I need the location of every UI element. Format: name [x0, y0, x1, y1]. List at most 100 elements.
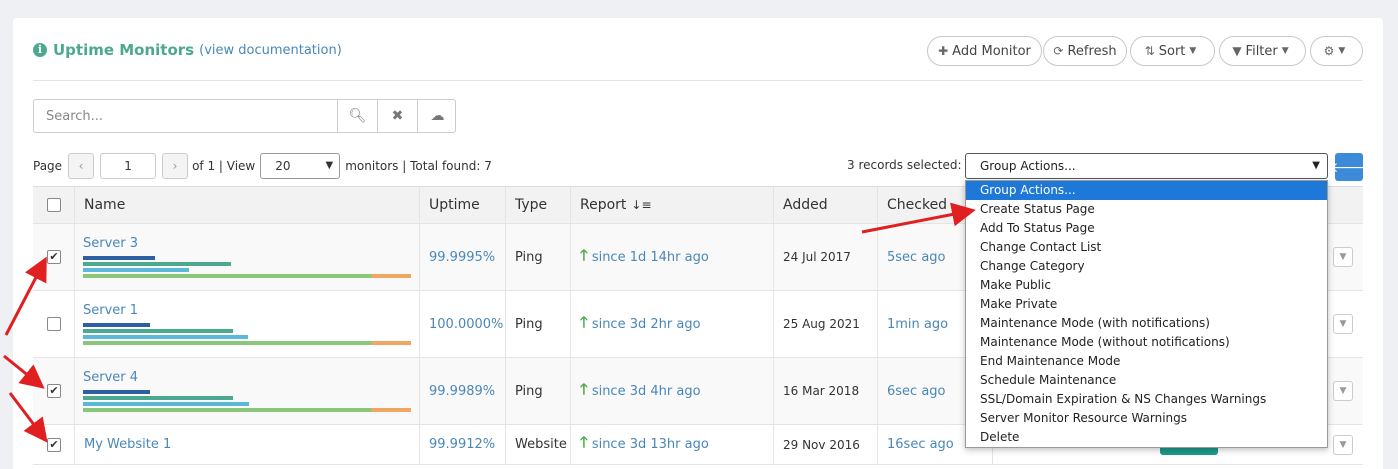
row-actions: ▼	[1333, 425, 1353, 464]
group-action-option[interactable]: End Maintenance Mode	[966, 352, 1327, 371]
col-name[interactable]: Name	[75, 187, 420, 223]
report-text: since 3d 2hr ago	[591, 316, 701, 332]
group-action-option[interactable]: Change Category	[966, 257, 1327, 276]
search-button[interactable]: 🔍︎	[337, 100, 377, 132]
filter-button[interactable]: ▼ Filter ▼	[1219, 36, 1306, 66]
group-action-option[interactable]: Group Actions...	[966, 181, 1327, 200]
paren-close: )	[336, 42, 342, 58]
added-date: 25 Aug 2021	[774, 291, 878, 357]
group-action-option[interactable]: Make Private	[966, 295, 1327, 314]
search-input[interactable]	[34, 100, 337, 132]
select-all-checkbox[interactable]	[47, 198, 61, 212]
cloud-button[interactable]: ☁	[417, 100, 457, 132]
row-checkbox[interactable]: ✔	[47, 250, 61, 264]
report-cell[interactable]: 🡑 since 3d 13hr ago	[571, 425, 774, 464]
monitor-name-link[interactable]: Server 1	[83, 303, 138, 318]
group-action-option[interactable]: Server Monitor Resource Warnings	[966, 409, 1327, 428]
response-bar	[83, 268, 189, 272]
group-actions-select[interactable]: Group Actions... ▼	[965, 153, 1328, 179]
chevron-down-icon: ▼	[325, 160, 334, 171]
view-documentation-link[interactable]: view documentation	[204, 43, 337, 58]
group-action-option[interactable]: Create Status Page	[966, 200, 1327, 219]
settings-button[interactable]: ⚙ ▼	[1310, 36, 1363, 66]
row-checkbox-cell	[33, 291, 75, 357]
page-number-input[interactable]: 1	[100, 153, 157, 179]
arrow-up-icon: 🡑	[580, 379, 588, 398]
report-cell[interactable]: 🡑 since 3d 2hr ago	[571, 291, 774, 357]
monitor-type: Website	[506, 425, 571, 464]
response-bar	[83, 402, 249, 406]
row-checkbox[interactable]: ✔	[47, 437, 61, 452]
report-text: since 3d 13hr ago	[591, 437, 709, 452]
add-monitor-button[interactable]: ✚ Add Monitor	[927, 36, 1042, 66]
select-all-cell	[33, 187, 75, 223]
gear-icon: ⚙	[1323, 44, 1335, 58]
sort-icon: ⇅	[1144, 44, 1155, 58]
uptime-value[interactable]: 99.9989%	[420, 358, 506, 424]
row-menu-button[interactable]: ▼	[1333, 247, 1353, 267]
response-bar	[83, 323, 150, 327]
filter-icon: ▼	[1232, 44, 1242, 58]
pagination: Page ‹ 1 › of 1 | View 20 ▼ monitors | To…	[33, 152, 492, 180]
col-added[interactable]: Added	[774, 187, 878, 223]
close-icon: ✖	[391, 108, 404, 124]
uptime-value[interactable]: 100.0000%	[420, 291, 506, 357]
group-action-option[interactable]: Change Contact List	[966, 238, 1327, 257]
chevron-right-icon: ›	[172, 159, 178, 173]
row-menu-button[interactable]: ▼	[1333, 434, 1353, 455]
row-checkbox[interactable]: ✔	[47, 384, 61, 398]
add-monitor-label: Add Monitor	[952, 43, 1031, 59]
per-page-value: 20	[275, 159, 291, 173]
cloud-icon: ☁	[430, 108, 445, 124]
total-summary: monitors | Total found: 7	[345, 159, 492, 173]
col-report[interactable]: Report ↓≡	[571, 187, 774, 223]
refresh-icon: ⟳	[1053, 44, 1064, 58]
uptime-value[interactable]: 99.9995%	[420, 224, 506, 290]
name-cell: Server 1	[75, 291, 420, 357]
group-action-option[interactable]: Maintenance Mode (without notifications)	[966, 333, 1327, 352]
arrow-up-icon: 🡑	[580, 312, 588, 331]
records-selected-label: 3 records selected:	[847, 158, 962, 172]
response-bar	[83, 390, 150, 394]
col-report-label: Report	[580, 197, 627, 213]
col-type[interactable]: Type	[506, 187, 571, 223]
row-menu-button[interactable]: ▼	[1333, 314, 1353, 334]
monitor-type: Ping	[506, 358, 571, 424]
row-actions: ▼	[1333, 358, 1353, 424]
row-checkbox[interactable]	[47, 317, 61, 331]
row-checkbox-cell: ✔	[33, 358, 75, 424]
chevron-down-icon: ▼	[1339, 386, 1347, 396]
response-bar	[83, 335, 248, 339]
group-action-option[interactable]: Schedule Maintenance	[966, 371, 1327, 390]
response-bar	[83, 329, 233, 333]
uptime-value[interactable]: 99.9912%	[420, 425, 506, 464]
group-action-option[interactable]: Maintenance Mode (with notifications)	[966, 314, 1327, 333]
report-cell[interactable]: 🡑 since 1d 14hr ago	[571, 224, 774, 290]
row-checkbox-cell: ✔	[33, 425, 75, 464]
chevron-down-icon: ▼	[1312, 160, 1320, 171]
added-date: 29 Nov 2016	[774, 425, 878, 464]
monitor-name-link[interactable]: Server 4	[83, 370, 138, 385]
monitor-name-link[interactable]: My Website 1	[84, 437, 171, 452]
group-action-option[interactable]: Make Public	[966, 276, 1327, 295]
report-cell[interactable]: 🡑 since 3d 4hr ago	[571, 358, 774, 424]
group-action-option[interactable]: Delete	[966, 428, 1327, 447]
next-page-button[interactable]: ›	[162, 153, 189, 179]
row-menu-button[interactable]: ▼	[1333, 381, 1353, 401]
chevron-down-icon: ▼	[1339, 319, 1347, 329]
group-action-option[interactable]: SSL/Domain Expiration & NS Changes Warni…	[966, 390, 1327, 409]
sort-button[interactable]: ⇅ Sort ▼	[1130, 36, 1215, 66]
name-cell: Server 3	[75, 224, 420, 290]
prev-page-button[interactable]: ‹	[68, 153, 95, 179]
monitor-name-link[interactable]: Server 3	[83, 236, 138, 251]
per-page-select[interactable]: 20 ▼	[260, 153, 341, 179]
clear-search-button[interactable]: ✖	[377, 100, 417, 132]
row-actions: ▼	[1333, 291, 1353, 357]
uptime-history-bar	[83, 274, 411, 278]
group-action-option[interactable]: Add To Status Page	[966, 219, 1327, 238]
title-text: Uptime Monitors	[53, 41, 195, 59]
refresh-button[interactable]: ⟳ Refresh	[1043, 36, 1127, 66]
name-cell: Server 4	[75, 358, 420, 424]
apply-group-action-button[interactable]: 🡐	[1330, 153, 1368, 181]
col-uptime[interactable]: Uptime	[420, 187, 506, 223]
